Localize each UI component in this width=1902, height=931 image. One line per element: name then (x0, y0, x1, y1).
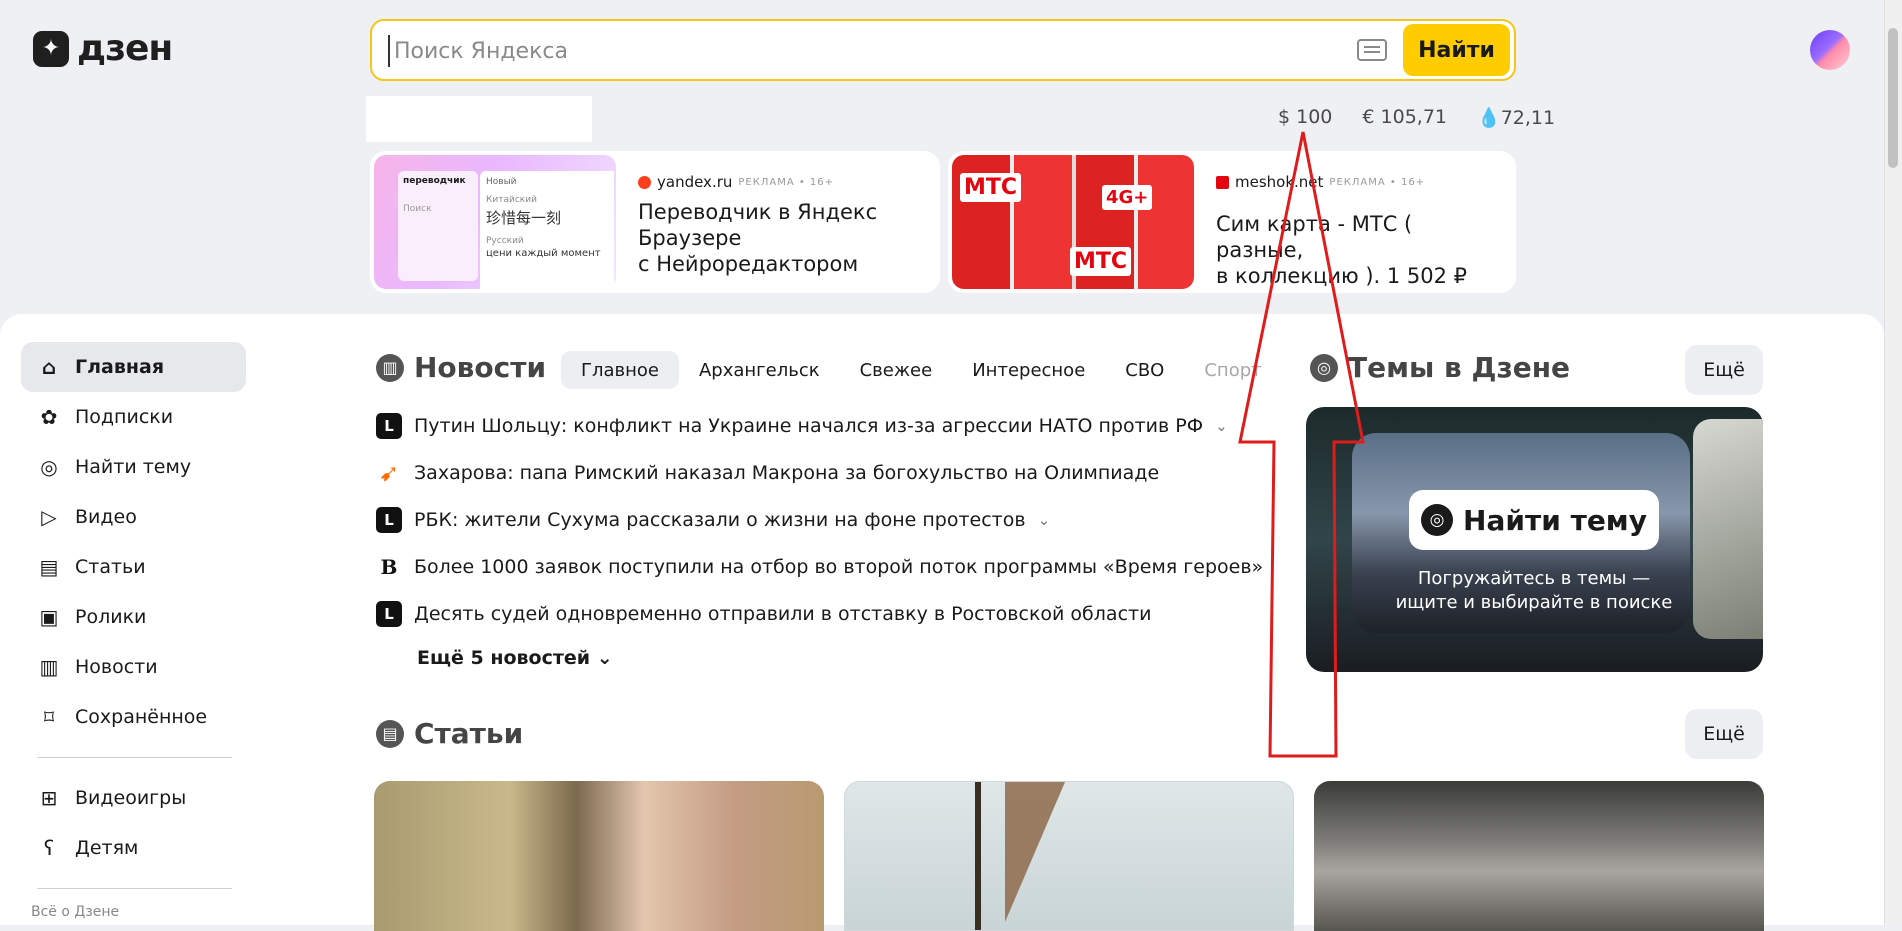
news-item[interactable]: L РБК: жители Сухума рассказали о жизни … (376, 496, 1263, 543)
article-image (1005, 782, 1065, 922)
search-input[interactable] (388, 35, 1396, 67)
tab-fresh[interactable]: Свежее (840, 351, 953, 389)
search-button[interactable]: Найти (1403, 24, 1510, 76)
sidebar-item-subscriptions[interactable]: ✿ Подписки (21, 392, 246, 442)
article-card[interactable] (374, 781, 824, 931)
ad-card-mts[interactable]: МТС 4G+ МТС meshok.net РЕКЛАМА • 16+ Сим… (948, 151, 1516, 293)
topics-subtitle: Погружайтесь в темы — ищите и выбирайте … (1395, 568, 1673, 613)
ad-image-sidebar: переводчик Поиск (398, 171, 478, 281)
mts-logo: МТС (1070, 247, 1132, 276)
find-topic-button[interactable]: ◎ Найти тему (1409, 490, 1659, 550)
sidebar-item-kids[interactable]: ʕ Детям (21, 823, 246, 873)
articles-icon: ▤ (376, 719, 404, 748)
source-logo-icon: B (380, 554, 398, 579)
news-section-title[interactable]: ▥ Новости (376, 351, 546, 384)
sidebar-item-news[interactable]: ▥ Новости (21, 642, 246, 692)
news-tabs: Главное Архангельск Свежее Интересное СВ… (561, 351, 1282, 389)
sidebar-nav: ⌂ Главная ✿ Подписки ◎ Найти тему ▷ Видео ▤ С… (21, 342, 246, 920)
video-icon: ▷ (41, 505, 57, 529)
sidebar-item-saved[interactable]: ⌑ Сохранённое (21, 692, 246, 742)
currency-rates: $ 100 € 105,71 💧72,11 (1278, 106, 1555, 129)
news-item[interactable]: L Десять судей одновременно отправили в … (376, 590, 1263, 637)
sidebar-item-find-topic[interactable]: ◎ Найти тему (21, 442, 246, 492)
news-icon: ▥ (376, 353, 404, 382)
chevron-down-icon[interactable]: ⌄ (1038, 511, 1051, 529)
blank-placeholder (366, 96, 592, 142)
ad-image: переводчик Поиск Новый Китайский 珍惜每一刻 Р… (374, 155, 616, 289)
chevron-down-icon: ⌄ (596, 647, 613, 669)
more-news-button[interactable]: Ещё 5 новостей ⌄ (417, 647, 613, 669)
article-card[interactable] (844, 781, 1294, 931)
chevron-down-icon[interactable]: ⌄ (1215, 417, 1228, 435)
bear-icon: ʕ (43, 836, 55, 860)
articles-section-title[interactable]: ▤ Статьи (376, 717, 523, 750)
search-box: Найти (370, 19, 1516, 81)
mts-badge: 4G+ (1102, 185, 1153, 210)
clips-icon: ▣ (39, 605, 59, 629)
ad-title[interactable]: Сим карта - МТС ( разные, в коллекцию ).… (1216, 211, 1506, 289)
divider (37, 888, 232, 889)
news-item[interactable]: L Путин Шольцу: конфликт на Украине нача… (376, 402, 1263, 449)
about-zen-link[interactable]: Всё о Дзене (21, 904, 246, 920)
news-item[interactable]: B Более 1000 заявок поступили на отбор в… (376, 543, 1264, 590)
news-icon: ▥ (39, 655, 59, 679)
ad-card-translator[interactable]: переводчик Поиск Новый Китайский 珍惜每一刻 Р… (370, 151, 940, 293)
ad-image: МТС 4G+ МТС (952, 155, 1194, 289)
compass-icon: ◎ (1421, 504, 1454, 536)
ad-source: meshok.net РЕКЛАМА • 16+ (1216, 173, 1425, 191)
zen-star-icon: ✦ (33, 30, 69, 67)
sidebar-item-video[interactable]: ▷ Видео (21, 492, 246, 542)
articles-more-button[interactable]: Ещё (1685, 709, 1763, 759)
mts-logo: МТС (960, 173, 1022, 202)
zen-logo[interactable]: ✦ дзен (33, 28, 173, 69)
article-image (975, 782, 981, 930)
avatar[interactable] (1810, 30, 1850, 70)
gamepad-icon: ⊞ (40, 786, 58, 810)
tab-sport[interactable]: Спорт (1184, 351, 1281, 389)
tab-main[interactable]: Главное (561, 351, 679, 389)
ad-source: yandex.ru РЕКЛАМА • 16+ (638, 173, 834, 191)
sidebar-item-articles[interactable]: ▤ Статьи (21, 542, 246, 592)
article-card[interactable] (1314, 781, 1764, 931)
sidebar-item-clips[interactable]: ▣ Ролики (21, 592, 246, 642)
articles-icon: ▤ (39, 555, 59, 579)
sidebar-item-games[interactable]: ⊞ Видеоигры (21, 773, 246, 823)
meshok-icon (1216, 175, 1229, 189)
news-item[interactable]: ➹ Захарова: папа Римский наказал Макрона… (376, 449, 1263, 496)
home-icon: ⌂ (41, 355, 57, 379)
usd-rate[interactable]: $ 100 (1278, 106, 1332, 129)
source-logo-icon: L (376, 412, 402, 439)
bookmark-icon: ⌑ (43, 705, 55, 729)
scrollbar-thumb[interactable] (1888, 28, 1898, 168)
eur-rate[interactable]: € 105,71 (1362, 106, 1447, 129)
subscriptions-icon: ✿ (40, 405, 58, 429)
keyboard-icon[interactable] (1357, 39, 1387, 61)
divider (37, 757, 232, 758)
logo-text: дзен (77, 28, 173, 69)
source-logo-icon: L (376, 600, 402, 627)
oil-drop-icon: 💧 (1477, 107, 1501, 129)
ad-image-panel: Новый Китайский 珍惜每一刻 Русский цени кажды… (480, 171, 614, 289)
source-logo-icon: L (376, 506, 402, 533)
compass-icon: ◎ (1310, 353, 1338, 382)
tab-arkhangelsk[interactable]: Архангельск (679, 351, 840, 389)
sidebar-item-home[interactable]: ⌂ Главная (21, 342, 246, 392)
oil-rate[interactable]: 💧72,11 (1477, 106, 1555, 129)
topics-image (1693, 419, 1763, 639)
source-logo-icon: ➹ (378, 458, 400, 487)
find-topic-card[interactable]: ◎ Найти тему Погружайтесь в темы — ищите… (1306, 407, 1763, 672)
topics-more-button[interactable]: Ещё (1685, 345, 1763, 395)
topics-section-title[interactable]: ◎ Темы в Дзене (1310, 351, 1570, 384)
yandex-icon (638, 175, 651, 189)
compass-icon: ◎ (40, 455, 58, 479)
ad-title[interactable]: Переводчик в Яндекс Браузере с Нейрореда… (638, 199, 928, 277)
tab-interesting[interactable]: Интересное (952, 351, 1105, 389)
tab-svo[interactable]: СВО (1105, 351, 1184, 389)
news-list: L Путин Шольцу: конфликт на Украине нача… (376, 402, 1263, 637)
